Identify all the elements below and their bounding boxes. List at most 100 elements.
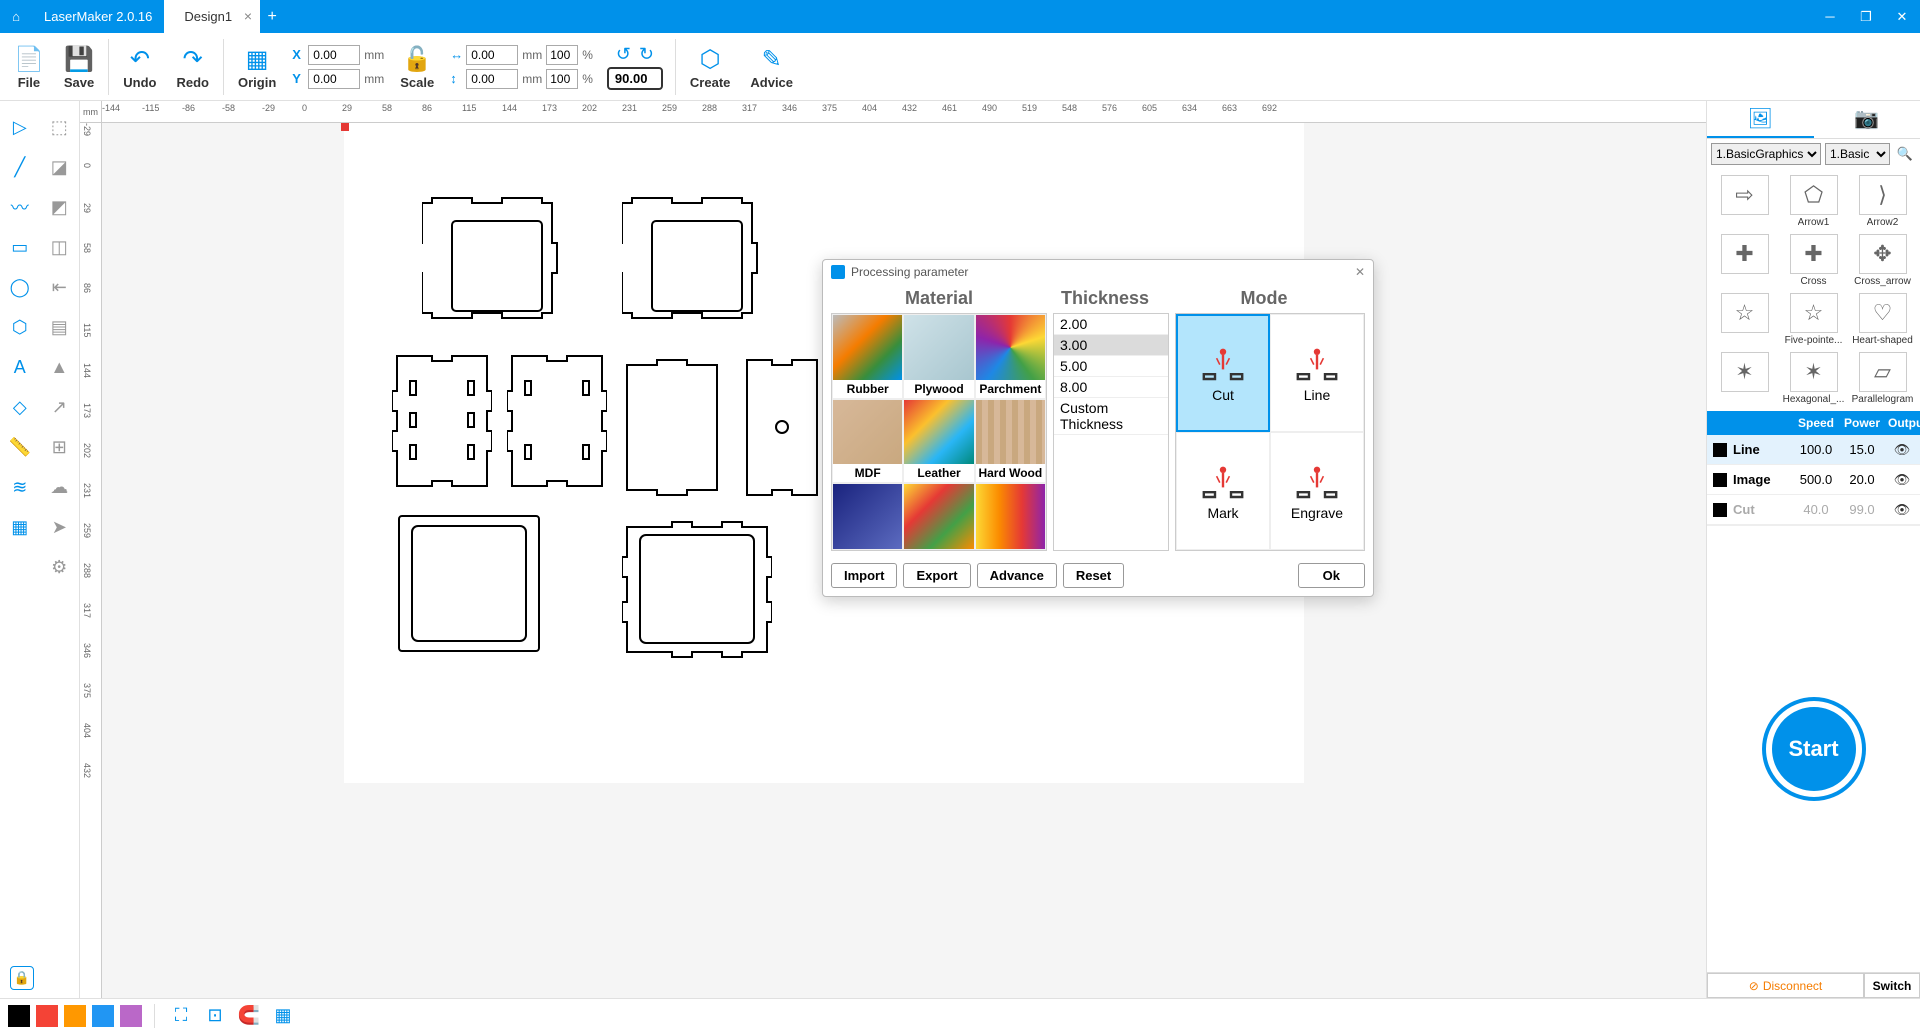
tab-close-icon[interactable]: × [244, 8, 252, 24]
shape-cross-arrow[interactable]: ✥Cross_arrow [1849, 232, 1916, 289]
color-swatch[interactable] [92, 1005, 114, 1027]
advice-button[interactable]: ✎Advice [740, 39, 803, 94]
marquee-tool[interactable]: ⬚ [40, 107, 80, 147]
redo-button[interactable]: ↷Redo [166, 39, 219, 94]
shape-cross[interactable]: ✚Cross [1780, 232, 1847, 289]
curve-tool[interactable]: 〰 [0, 187, 40, 227]
switch-button[interactable]: Switch [1864, 973, 1920, 998]
start-button[interactable]: Start [1766, 701, 1862, 797]
ok-button[interactable]: Ok [1298, 563, 1365, 588]
create-button[interactable]: ⬡Create [680, 39, 740, 94]
layers-tool[interactable]: ≋ [0, 467, 40, 507]
magnet-icon[interactable]: 🧲 [235, 1002, 263, 1030]
close-button[interactable]: ✕ [1884, 0, 1920, 33]
design-part-2[interactable] [622, 193, 772, 343]
origin-button[interactable]: ▦Origin [228, 39, 286, 94]
dialog-close-button[interactable]: ✕ [1355, 265, 1365, 279]
ruler-tool[interactable]: 📏 [0, 427, 40, 467]
import-button[interactable]: Import [831, 563, 897, 588]
material-cell[interactable]: Parchment [975, 314, 1046, 399]
material-cell[interactable]: Leather [903, 399, 974, 484]
material-cell[interactable]: Rubber [832, 314, 903, 399]
thickness-item[interactable]: 2.00 [1054, 314, 1168, 335]
minimize-button[interactable]: ─ [1812, 0, 1848, 33]
polygon-tool[interactable]: ⬡ [0, 307, 40, 347]
design-part-3[interactable] [392, 351, 492, 491]
search-icon[interactable]: 🔍 [1894, 143, 1916, 165]
shape-hexagonal[interactable]: ✶Hexagonal_... [1780, 350, 1847, 407]
rotate-ccw-icon[interactable]: ↺ [616, 44, 631, 65]
mode-cell-cut[interactable]: Cut [1176, 314, 1270, 432]
export-button[interactable]: Export [903, 563, 970, 588]
angle-input[interactable] [607, 67, 663, 90]
layer-row[interactable]: Line 100.0 15.0 👁 [1707, 435, 1920, 465]
reset-button[interactable]: Reset [1063, 563, 1124, 588]
disconnect-button[interactable]: ⊘Disconnect [1707, 973, 1864, 998]
table-tool[interactable]: ▦ [0, 507, 40, 547]
path-icon[interactable]: ↗ [40, 387, 80, 427]
eraser-tool[interactable]: ◇ [0, 387, 40, 427]
width-pct-input[interactable] [546, 45, 578, 65]
file-button[interactable]: 📄File [4, 39, 54, 94]
text-tool[interactable]: A [0, 347, 40, 387]
design-part-7[interactable] [394, 511, 544, 656]
design-part-8[interactable] [622, 517, 772, 662]
line-tool[interactable]: ╱ [0, 147, 40, 187]
grid-icon[interactable]: ▦ [269, 1002, 297, 1030]
color-swatch[interactable] [120, 1005, 142, 1027]
focus-icon[interactable]: ⊡ [201, 1002, 229, 1030]
material-cell[interactable]: Hard Wood [975, 399, 1046, 484]
thickness-item[interactable]: 3.00 [1054, 335, 1168, 356]
send-icon[interactable]: ➤ [40, 507, 80, 547]
shape-five-pointed[interactable]: ☆Five-pointe... [1780, 291, 1847, 348]
rotate-cw-icon[interactable]: ↻ [639, 44, 654, 65]
color-swatch[interactable] [64, 1005, 86, 1027]
material-cell[interactable]: MDF [832, 399, 903, 484]
union-icon[interactable]: ◪ [40, 147, 80, 187]
design-part-5[interactable] [622, 355, 722, 500]
shape-arrow-right[interactable]: ⇨ [1711, 173, 1778, 230]
height-input[interactable] [466, 69, 518, 89]
color-swatch[interactable] [8, 1005, 30, 1027]
camera-tab[interactable]: 📷 [1814, 101, 1920, 138]
align-left-icon[interactable]: ⇤ [40, 267, 80, 307]
thickness-item[interactable]: 5.00 [1054, 356, 1168, 377]
tab-design1[interactable]: Design1 × [164, 0, 260, 33]
cloud-icon[interactable]: ☁ [40, 467, 80, 507]
subtract-icon[interactable]: ◩ [40, 187, 80, 227]
shape-plus[interactable]: ✚ [1711, 232, 1778, 289]
width-input[interactable] [466, 45, 518, 65]
design-part-4[interactable] [507, 351, 607, 491]
settings-icon[interactable]: ⚙ [40, 547, 80, 587]
shapes-tab[interactable]: 🖼 [1707, 101, 1814, 138]
undo-button[interactable]: ↶Undo [113, 39, 166, 94]
x-input[interactable] [308, 45, 360, 65]
design-part-6[interactable] [742, 355, 822, 500]
shape-star[interactable]: ☆ [1711, 291, 1778, 348]
y-input[interactable] [308, 69, 360, 89]
dialog-titlebar[interactable]: Processing parameter ✕ [823, 260, 1373, 284]
shape-arrow1[interactable]: ⬠Arrow1 [1780, 173, 1847, 230]
shape-arrow2[interactable]: ⟩Arrow2 [1849, 173, 1916, 230]
mode-cell-line[interactable]: Line [1270, 314, 1364, 432]
home-button[interactable]: ⌂ [0, 0, 32, 33]
array-icon[interactable]: ⊞ [40, 427, 80, 467]
select-tool[interactable]: ▷ [0, 107, 40, 147]
color-swatch[interactable] [36, 1005, 58, 1027]
layer-row[interactable]: Image 500.0 20.0 👁 [1707, 465, 1920, 495]
distribute-icon[interactable]: ▤ [40, 307, 80, 347]
visibility-icon[interactable]: 👁 [1884, 472, 1920, 488]
mode-cell-engrave[interactable]: Engrave [1270, 432, 1364, 550]
ellipse-tool[interactable]: ◯ [0, 267, 40, 307]
tab-add-button[interactable]: + [260, 0, 284, 33]
rect-tool[interactable]: ▭ [0, 227, 40, 267]
material-cell[interactable] [975, 483, 1046, 550]
shape-burst[interactable]: ✶ [1711, 350, 1778, 407]
shape-parallelogram[interactable]: ▱Parallelogram [1849, 350, 1916, 407]
visibility-icon[interactable]: 👁 [1884, 442, 1920, 458]
fit-icon[interactable]: ⛶ [167, 1002, 195, 1030]
material-cell[interactable] [903, 483, 974, 550]
layer-row[interactable]: Cut 40.0 99.0 👁 [1707, 495, 1920, 525]
shape-subcategory-select[interactable]: 1.Basic [1825, 143, 1890, 165]
shape-category-select[interactable]: 1.BasicGraphics [1711, 143, 1821, 165]
